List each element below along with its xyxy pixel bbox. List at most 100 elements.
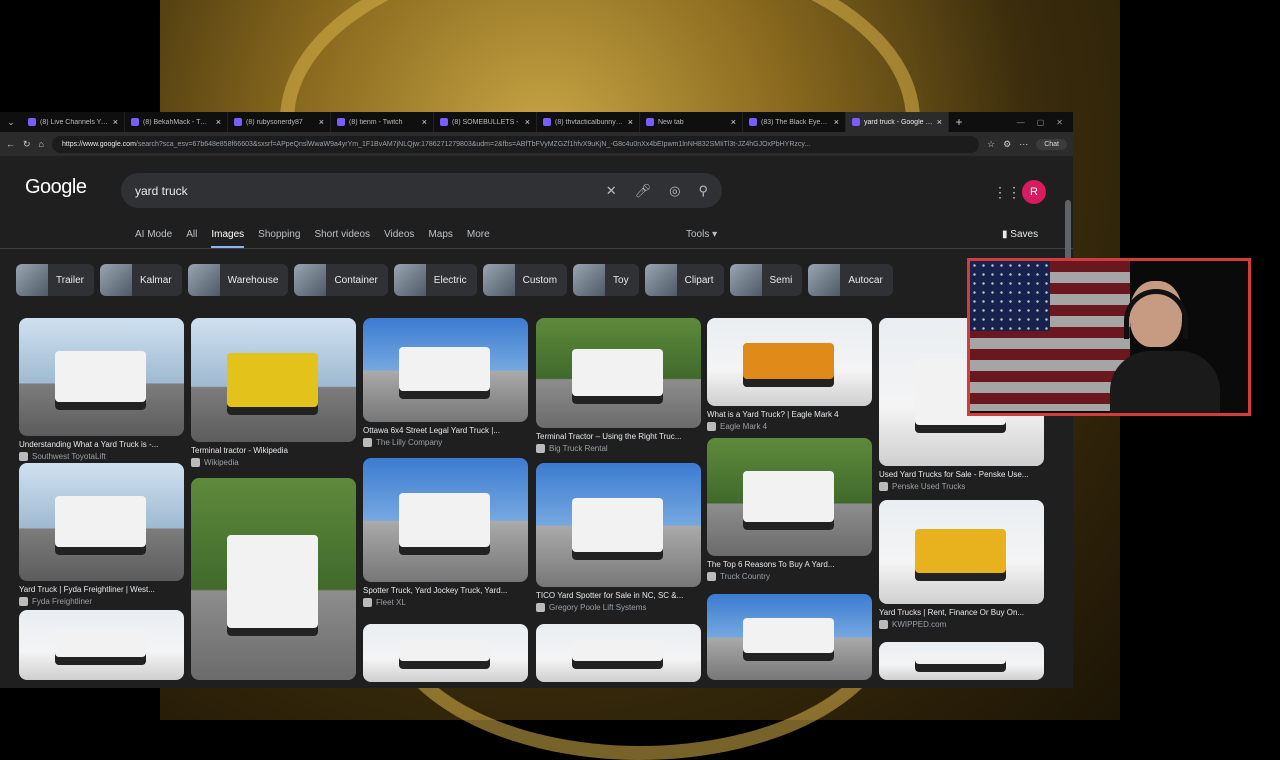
close-tab-icon[interactable]: × <box>628 117 633 127</box>
result-image[interactable] <box>363 624 528 682</box>
tab-ai-mode[interactable]: AI Mode <box>135 229 172 249</box>
result-image[interactable] <box>363 458 528 582</box>
result-caption[interactable]: Yard Truck | Fyda Freightliner | West... <box>19 585 184 594</box>
google-logo[interactable]: Google <box>25 176 87 199</box>
search-icon[interactable]: ⚲ <box>698 183 708 199</box>
close-tab-icon[interactable]: × <box>422 117 427 127</box>
close-tab-icon[interactable]: × <box>731 117 736 127</box>
result-source[interactable]: KWIPPED.com <box>879 620 1044 629</box>
result-image[interactable] <box>191 478 356 680</box>
tab-all[interactable]: All <box>186 229 197 249</box>
result-source[interactable]: Fyda Freightliner <box>19 597 184 606</box>
result-image[interactable] <box>19 610 184 680</box>
new-tab-button[interactable]: + <box>949 115 969 129</box>
close-tab-icon[interactable]: × <box>525 117 530 127</box>
image-result-card[interactable]: What is a Yard Truck? | Eagle Mark 4 Eagl… <box>707 318 872 431</box>
reload-icon[interactable]: ↻ <box>23 139 31 150</box>
image-result-card[interactable] <box>19 610 184 680</box>
result-image[interactable] <box>19 318 184 436</box>
chat-button[interactable]: Chat <box>1036 138 1067 150</box>
chip-semi[interactable]: Semi <box>729 264 803 296</box>
image-result-card[interactable]: Ottawa 6x4 Street Legal Yard Truck |... T… <box>363 318 528 447</box>
tab-more[interactable]: More <box>467 229 490 249</box>
chip-kalmar[interactable]: Kalmar <box>99 264 182 296</box>
browser-tab[interactable]: (83) The Black Eyed Pe... × <box>743 112 846 132</box>
result-caption[interactable]: Terminal Tractor – Using the Right Truc.… <box>536 432 701 441</box>
result-source[interactable]: Fleet XL <box>363 598 528 607</box>
saves-button[interactable]: ▮ Saves <box>1002 229 1038 240</box>
home-icon[interactable]: ⌂ <box>39 139 44 149</box>
browser-tab[interactable]: yard truck - Google Sea... × <box>846 112 949 132</box>
chip-autocar[interactable]: Autocar <box>808 264 893 296</box>
chip-warehouse[interactable]: Warehouse <box>187 264 289 296</box>
close-tab-icon[interactable]: × <box>319 117 324 127</box>
result-caption[interactable]: TICO Yard Spotter for Sale in NC, SC &..… <box>536 591 701 600</box>
extensions-icon[interactable]: ⚙ <box>1003 139 1011 150</box>
result-source[interactable]: Wikipedia <box>191 458 356 467</box>
result-source[interactable]: Southwest ToyotaLift <box>19 452 184 461</box>
image-result-card[interactable]: The Top 6 Reasons To Buy A Yard... Truck … <box>707 438 872 581</box>
tools-button[interactable]: Tools ▾ <box>686 229 717 240</box>
close-tab-icon[interactable]: × <box>113 117 118 127</box>
result-source[interactable]: The Lilly Company <box>363 438 528 447</box>
chip-toy[interactable]: Toy <box>573 264 639 296</box>
tab-videos[interactable]: Videos <box>384 229 414 249</box>
browser-tab[interactable]: New tab × <box>640 112 743 132</box>
chip-clipart[interactable]: Clipart <box>644 264 724 296</box>
tab-shopping[interactable]: Shopping <box>258 229 300 249</box>
image-result-card[interactable]: TICO Yard Spotter for Sale in NC, SC &..… <box>536 463 701 612</box>
image-result-card[interactable] <box>363 624 528 682</box>
chip-custom[interactable]: Custom <box>482 264 568 296</box>
chip-container[interactable]: Container <box>294 264 388 296</box>
result-image[interactable] <box>707 318 872 406</box>
browser-tab[interactable]: (8) SOMEBULLETS - × <box>434 112 537 132</box>
image-result-card[interactable] <box>707 594 872 680</box>
result-image[interactable] <box>707 594 872 680</box>
browser-tab[interactable]: (8) tienm - Twitch × <box>331 112 434 132</box>
result-caption[interactable]: Understanding What a Yard Truck is -... <box>19 440 184 449</box>
chip-electric[interactable]: Electric <box>393 264 477 296</box>
image-result-card[interactable] <box>879 642 1044 680</box>
image-result-card[interactable]: Yard Truck | Fyda Freightliner | West...… <box>19 463 184 606</box>
image-result-card[interactable]: Terminal tractor - Wikipedia Wikipedia <box>191 318 356 467</box>
tab-images[interactable]: Images <box>211 229 245 249</box>
search-box[interactable]: yard truck ✕ 🎤︎ ◎ ⚲ <box>121 173 722 208</box>
minimize-icon[interactable]: — <box>1017 118 1025 127</box>
browser-tab[interactable]: (8) Live Channels You F... × <box>22 112 125 132</box>
result-image[interactable] <box>19 463 184 581</box>
menu-dots-icon[interactable]: ⋯ <box>1019 139 1028 150</box>
image-result-card[interactable]: Spotter Truck, Yard Jockey Truck, Yard..… <box>363 458 528 607</box>
result-caption[interactable]: Spotter Truck, Yard Jockey Truck, Yard..… <box>363 586 528 595</box>
result-source[interactable]: Gregory Poole Lift Systems <box>536 603 701 612</box>
bookmark-star-icon[interactable]: ☆ <box>987 139 995 150</box>
result-image[interactable] <box>879 500 1044 604</box>
result-caption[interactable]: Ottawa 6x4 Street Legal Yard Truck |... <box>363 426 528 435</box>
image-result-card[interactable] <box>536 624 701 682</box>
result-caption[interactable]: Yard Trucks | Rent, Finance Or Buy On... <box>879 608 1044 617</box>
image-result-card[interactable]: Understanding What a Yard Truck is -... S… <box>19 318 184 461</box>
result-source[interactable]: Penske Used Trucks <box>879 482 1044 491</box>
image-result-card[interactable]: Terminal Tractor – Using the Right Truc.… <box>536 318 701 453</box>
clear-icon[interactable]: ✕ <box>606 183 617 199</box>
close-tab-icon[interactable]: × <box>834 117 839 127</box>
browser-tab[interactable]: (8) thvtacticalbunny - Tw... × <box>537 112 640 132</box>
close-window-icon[interactable]: ✕ <box>1056 118 1063 127</box>
browser-tab[interactable]: (8) BekahMack - Twitch × <box>125 112 228 132</box>
result-source[interactable]: Big Truck Rental <box>536 444 701 453</box>
tab-short-videos[interactable]: Short videos <box>314 229 370 249</box>
result-image[interactable] <box>191 318 356 442</box>
result-image[interactable] <box>536 624 701 682</box>
tab-search-icon[interactable]: ⌄ <box>0 117 22 128</box>
close-tab-icon[interactable]: × <box>937 117 942 127</box>
result-image[interactable] <box>707 438 872 556</box>
search-input[interactable]: yard truck <box>135 184 588 198</box>
chip-trailer[interactable]: Trailer <box>16 264 94 296</box>
avatar[interactable]: R <box>1022 180 1046 204</box>
result-image[interactable] <box>536 463 701 587</box>
back-icon[interactable]: ← <box>6 139 15 149</box>
image-result-card[interactable] <box>191 478 356 680</box>
result-caption[interactable]: The Top 6 Reasons To Buy A Yard... <box>707 560 872 569</box>
result-caption[interactable]: Used Yard Trucks for Sale - Penske Use..… <box>879 470 1044 479</box>
result-source[interactable]: Eagle Mark 4 <box>707 422 872 431</box>
result-source[interactable]: Truck Country <box>707 572 872 581</box>
